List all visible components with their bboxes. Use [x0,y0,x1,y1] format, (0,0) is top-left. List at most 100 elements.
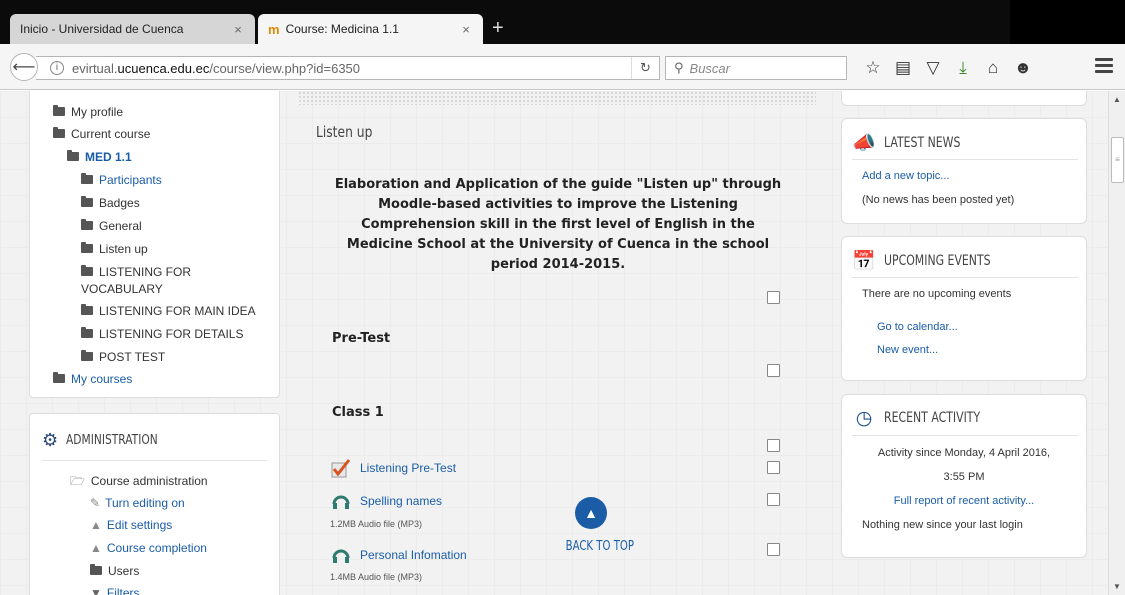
nav-item-participants[interactable]: Participants [81,173,162,187]
block-title: ADMINISTRATION [66,433,158,448]
folder-icon [67,150,79,161]
block-title: RECENT ACTIVITY [884,410,981,426]
new-event-link[interactable]: New event... [877,344,938,356]
course-content: Listen up Elaboration and Application of… [298,91,816,595]
scroll-down-icon[interactable]: ▼ [1113,582,1121,591]
tab-inicio[interactable]: Inicio - Universidad de Cuenca × [10,14,255,44]
completion-checkbox[interactable] [767,543,780,556]
folder-icon [53,372,65,383]
activity-meta: 1.4MB Audio file (MP3) [330,572,423,582]
nav-item-listen-up[interactable]: Listen up [81,242,148,256]
folder-icon [81,173,93,184]
download-icon[interactable]: ⤓ [948,56,978,80]
search-placeholder: Buscar [689,60,730,76]
pencil-icon: ✎ [90,496,101,510]
completion-checkbox[interactable] [767,291,780,304]
filter-icon: ▼ [90,586,102,595]
nav-item-label: LISTENING FOR MAIN IDEA [99,304,256,318]
search-icon: ⚲ [674,60,684,75]
admin-item-label: Users [108,564,140,578]
nav-item-general[interactable]: General [81,219,142,233]
completion-checkbox[interactable] [767,364,780,377]
back-button[interactable]: ⟵ [10,53,38,81]
admin-course-completion[interactable]: ▲ Course completion [90,541,207,555]
no-events-text: There are no upcoming events [862,288,1012,300]
folder-icon [53,105,65,116]
url-bar[interactable]: i evirtual. ucuenca.edu.ec/course/view.ph… [36,56,660,80]
nav-item-label: Current course [71,127,151,141]
divider [42,460,267,461]
nav-item-label: LISTENING FOR [99,265,192,279]
quiz-icon [330,457,352,479]
admin-filters[interactable]: ▼ Filters [90,586,140,595]
divider [852,435,1078,436]
nav-item-listening-details[interactable]: LISTENING FOR DETAILS [81,327,243,341]
star-icon[interactable]: ☆ [858,56,888,80]
nav-item-label: VOCABULARY [81,282,163,296]
upcoming-events-block: 📅 UPCOMING EVENTS There are no upcoming … [841,236,1087,381]
section-title: Listen up [316,123,373,141]
full-report-link[interactable]: Full report of recent activity... [842,495,1086,507]
recent-activity-block: ◷ RECENT ACTIVITY Activity since Monday,… [841,394,1087,558]
latest-news-block: 📣 LATEST NEWS Add a new topic... (No new… [841,118,1087,224]
completion-icon: ▲ [90,541,102,555]
admin-item-label: Turn editing on [105,496,185,510]
admin-turn-editing-on[interactable]: ✎ Turn editing on [90,496,185,510]
page-content: My profile Current course MED 1.1 Partic… [0,91,1108,595]
no-news-text: (No news has been posted yet) [862,194,1015,206]
admin-course-administration[interactable]: 🗁 Course administration [70,472,208,493]
new-tab-button[interactable]: + [492,18,504,38]
menu-icon[interactable] [1095,58,1113,76]
chevron-up-icon: ▲ [575,497,607,529]
reload-icon[interactable]: ↻ [631,57,659,79]
page-scrollbar[interactable]: ▲ ≡ ▼ [1108,91,1125,595]
folder-icon [90,564,102,575]
folder-icon [53,127,65,138]
folder-icon [81,196,93,207]
tab-title: Inicio - Universidad de Cuenca [20,22,184,36]
nav-item-listening-vocabulary[interactable]: LISTENING FOR [81,265,191,279]
section-divider [298,91,816,105]
scroll-up-icon[interactable]: ▲ [1113,95,1121,104]
completion-checkbox[interactable] [767,439,780,452]
nav-item-badges[interactable]: Badges [81,196,140,210]
activity-listening-pretest[interactable]: Listening Pre-Test [330,457,456,479]
activity-meta: 1.2MB Audio file (MP3) [330,519,423,529]
nav-item-my-courses[interactable]: My courses [53,372,132,386]
megaphone-icon: 📣 [852,132,876,154]
course-summary: Elaboration and Application of the guide… [334,177,782,272]
chat-icon[interactable]: ☻ [1008,56,1038,80]
completion-checkbox[interactable] [767,461,780,474]
activity-personal-information[interactable]: Personal Infomation [330,544,467,566]
admin-users[interactable]: Users [90,564,139,578]
arrow-left-icon: ⟵ [12,59,36,76]
clock-icon: ◷ [855,407,873,429]
scrollbar-thumb[interactable]: ≡ [1111,137,1124,183]
folder-icon [81,350,93,361]
nav-item-current-course[interactable]: Current course [53,127,150,141]
nav-item-label: My courses [71,372,133,386]
close-icon[interactable]: × [231,22,245,37]
tab-course[interactable]: m Course: Medicina 1.1 × [258,14,483,44]
search-input[interactable]: ⚲ Buscar [665,56,847,80]
back-to-top-button[interactable]: ▲ BACK TO TOP [556,497,634,554]
folder-icon [81,304,93,315]
add-new-topic-link[interactable]: Add a new topic... [862,170,949,182]
home-icon[interactable]: ⌂ [978,56,1008,80]
nav-item-med-1-1[interactable]: MED 1.1 [67,150,132,164]
pretest-heading: Pre-Test [332,331,391,346]
go-to-calendar-link[interactable]: Go to calendar... [877,321,958,333]
admin-item-label: Filters [106,586,140,595]
close-icon[interactable]: × [459,22,473,37]
upcoming-events-header: 📅 UPCOMING EVENTS [852,249,1021,272]
folder-icon [81,265,93,276]
completion-checkbox[interactable] [767,493,780,506]
admin-edit-settings[interactable]: ▲ Edit settings [90,518,172,532]
pocket-icon[interactable]: ▽ [918,56,948,80]
nav-item-post-test[interactable]: POST TEST [81,350,165,364]
nav-item-listening-main-idea[interactable]: LISTENING FOR MAIN IDEA [81,304,256,318]
info-icon[interactable]: i [50,61,64,75]
nav-item-my-profile[interactable]: My profile [53,105,123,119]
reading-list-icon[interactable]: ▤ [888,56,918,80]
activity-spelling-names[interactable]: Spelling names [330,490,442,512]
